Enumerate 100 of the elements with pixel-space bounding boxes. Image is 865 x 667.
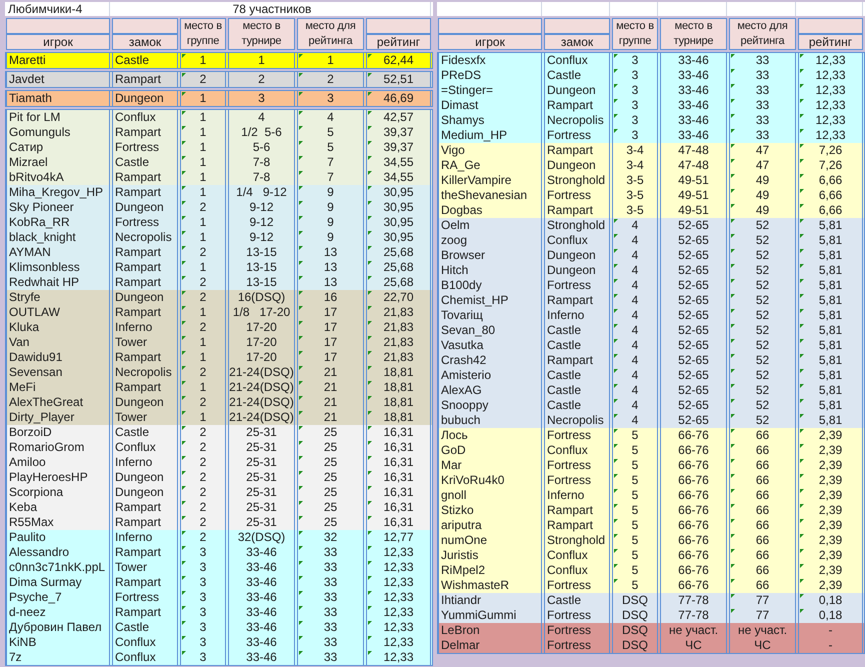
corner-flag-icon	[614, 219, 618, 223]
table-cell: 2,39	[798, 518, 863, 533]
corner-flag-icon	[731, 369, 735, 373]
table-cell: 33-46	[228, 545, 295, 560]
table-cell: 1	[180, 215, 226, 230]
table-cell: Amiloo	[6, 455, 110, 470]
table-cell: Castle	[112, 53, 178, 68]
table-cell: Juristis	[438, 548, 542, 563]
table-cell: 52-65	[660, 383, 727, 398]
corner-flag-icon	[299, 561, 303, 565]
corner-flag-icon	[299, 366, 303, 370]
table-cell: 3	[180, 560, 226, 575]
table-cell: 3	[612, 68, 658, 83]
table-cell: 6,66	[798, 188, 863, 203]
table-cell: 5,81	[798, 263, 863, 278]
table-cell: Pit for LM	[6, 110, 110, 125]
table-cell: 16,31	[366, 455, 431, 470]
corner-flag-icon	[800, 549, 804, 553]
corner-flag-icon	[299, 411, 303, 415]
table-cell: Fortress	[544, 473, 610, 488]
table-cell: 4	[612, 398, 658, 413]
corner-flag-icon	[614, 564, 618, 568]
corner-flag-icon	[731, 549, 735, 553]
table-cell: Rampart	[544, 518, 610, 533]
table-cell: Conflux	[544, 548, 610, 563]
corner-flag-icon	[368, 441, 372, 445]
table-cell: 17	[297, 305, 364, 320]
corner-flag-icon	[299, 531, 303, 535]
table-cell: Rampart	[544, 293, 610, 308]
table-cell: 25,68	[366, 260, 431, 275]
corner-flag-icon	[182, 531, 186, 535]
table-cell: 25	[297, 455, 364, 470]
table-cell: 33-46	[660, 98, 727, 113]
corner-flag-icon	[800, 384, 804, 388]
corner-flag-icon	[368, 336, 372, 340]
table-cell: 52	[729, 218, 796, 233]
table-cell: 25-31	[228, 485, 295, 500]
table-cell: 5,81	[798, 308, 863, 323]
corner-flag-icon	[731, 474, 735, 478]
table-cell: OUTLAW	[6, 305, 110, 320]
corner-flag-icon	[182, 336, 186, 340]
table-cell: Дубровин Павел	[6, 620, 110, 635]
corner-flag-icon	[182, 306, 186, 310]
table-cell: 49-51	[660, 173, 727, 188]
table-cell: 2	[180, 530, 226, 545]
corner-flag-icon	[368, 606, 372, 610]
corner-flag-icon	[299, 126, 303, 130]
table-cell: Rampart	[112, 350, 178, 365]
table-cell: B100dy	[438, 278, 542, 293]
table-cell: 1	[180, 230, 226, 245]
table-cell: 3-4	[612, 143, 658, 158]
table-cell: 4	[612, 368, 658, 383]
table-cell: 9	[297, 215, 364, 230]
corner-flag-icon	[182, 321, 186, 325]
table-cell: 47-48	[660, 158, 727, 173]
corner-flag-icon	[614, 339, 618, 343]
corner-flag-icon	[800, 69, 804, 73]
corner-flag-icon	[731, 414, 735, 418]
corner-flag-icon	[182, 156, 186, 160]
table-cell: Fortress	[112, 140, 178, 155]
table-cell: Fortress	[112, 590, 178, 605]
table-cell: Conflux	[112, 650, 178, 665]
column-header: место в группе	[180, 18, 226, 50]
corner-flag-icon	[368, 54, 372, 58]
table-cell: c0nn3c71nkK.ppL	[6, 560, 110, 575]
table-cell: 16,31	[366, 440, 431, 455]
table-cell: 3	[180, 635, 226, 650]
table-cell: 66-76	[660, 443, 727, 458]
column-header: замок	[112, 34, 178, 50]
table-cell: 4	[612, 218, 658, 233]
corner-flag-icon	[182, 216, 186, 220]
table-cell: 7	[297, 155, 364, 170]
corner-flag-icon	[800, 459, 804, 463]
table-cell: 33	[729, 98, 796, 113]
corner-flag-icon	[614, 264, 618, 268]
corner-flag-icon	[299, 54, 303, 58]
table-cell: 52-65	[660, 218, 727, 233]
table-cell: Castle	[112, 155, 178, 170]
table-cell: 4	[612, 338, 658, 353]
table-cell: 12,33	[366, 650, 431, 665]
table-cell: 49	[729, 173, 796, 188]
table-cell: Browser	[438, 248, 542, 263]
table-cell: 33	[729, 53, 796, 68]
table-cell: 33	[297, 650, 364, 665]
table-cell: 18,81	[366, 395, 431, 410]
table-cell: 17	[297, 350, 364, 365]
corner-flag-icon	[800, 264, 804, 268]
table-cell: 9-12	[228, 230, 295, 245]
table-cell: 12,33	[366, 605, 431, 620]
table-cell: Fortress	[544, 458, 610, 473]
table-cell: Tower	[112, 335, 178, 350]
table-cell: 52	[729, 368, 796, 383]
corner-flag-icon	[800, 399, 804, 403]
table-cell: Psyche_7	[6, 590, 110, 605]
corner-flag-icon	[299, 456, 303, 460]
table-cell: 66	[729, 428, 796, 443]
table-cell: Rampart	[112, 605, 178, 620]
table-cell: 3	[612, 83, 658, 98]
table-cell: 5,81	[798, 368, 863, 383]
corner-flag-icon	[299, 546, 303, 550]
